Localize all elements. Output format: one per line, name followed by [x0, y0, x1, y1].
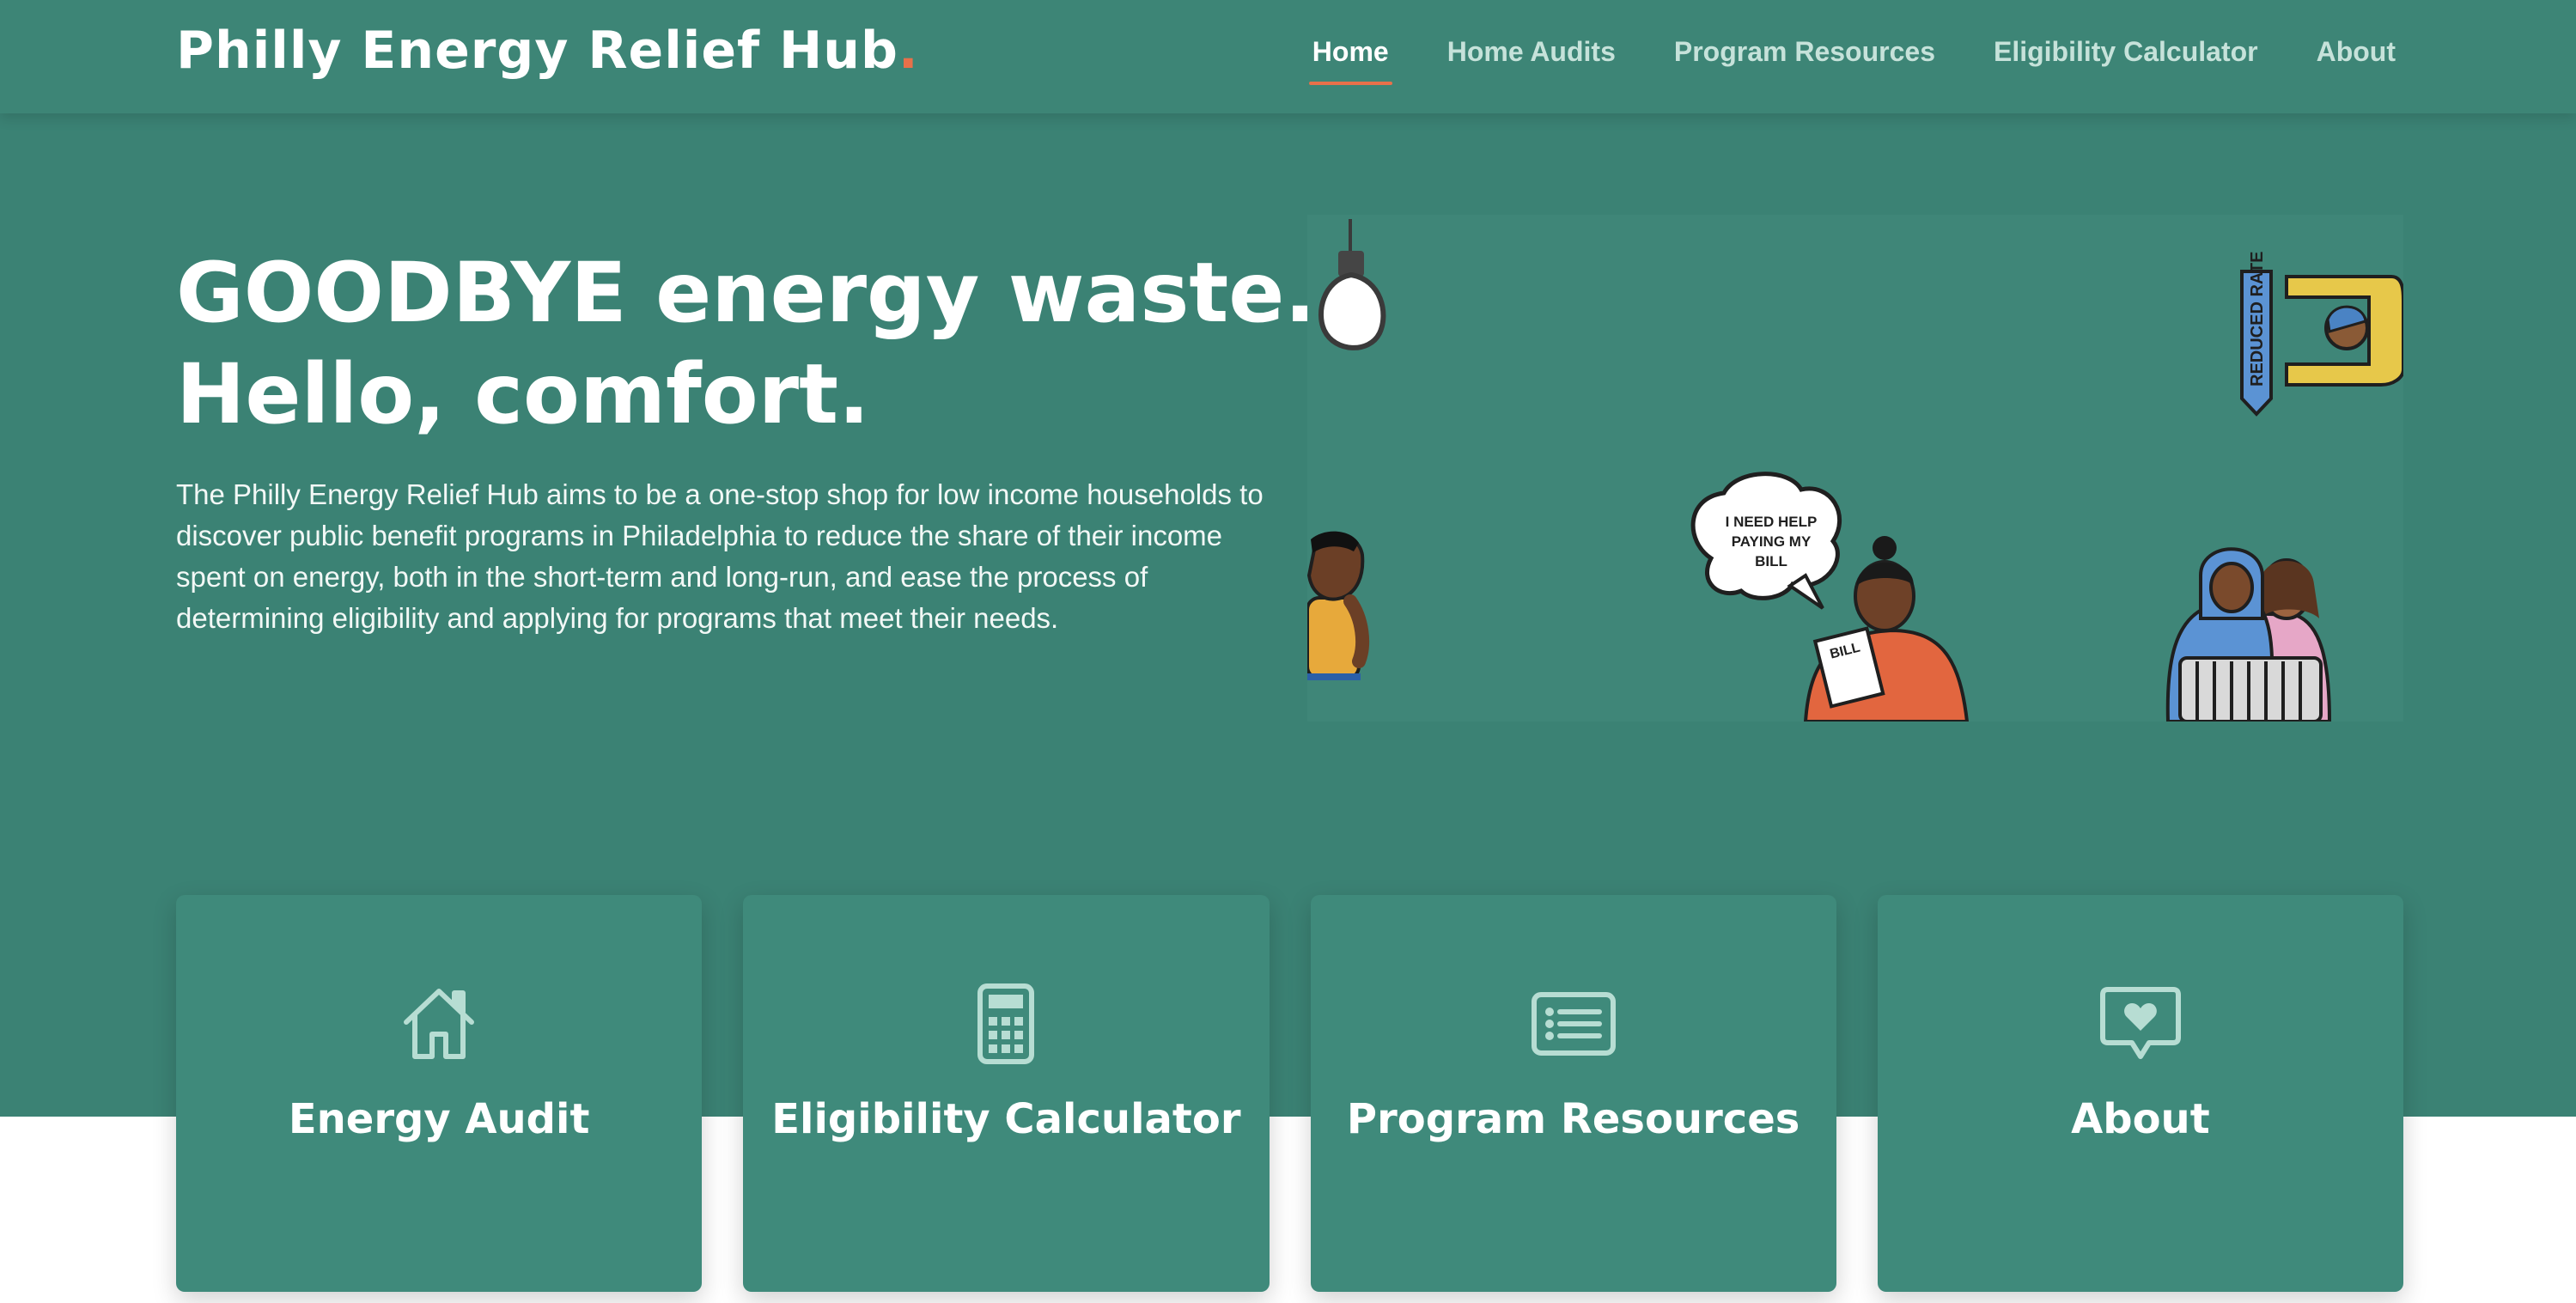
brand-name: Philly Energy Relief Hub — [176, 21, 898, 81]
card-label: Energy Audit — [288, 1095, 590, 1143]
site-logo[interactable]: Philly Energy Relief Hub. — [176, 21, 919, 81]
card-energy-audit[interactable]: Energy Audit — [176, 895, 703, 1292]
speech-bubble-line-2: PAYING MY — [1732, 533, 1812, 550]
reduced-rate-label: REDUCED RATE — [2248, 252, 2267, 387]
site-header: Philly Energy Relief Hub. Home Home Audi… — [0, 0, 2576, 113]
brand-dot: . — [898, 21, 919, 81]
hero-description: The Philly Energy Relief Hub aims to be … — [176, 478, 1264, 634]
card-eligibility-calculator[interactable]: Eligibility Calculator — [743, 895, 1270, 1292]
couple-with-radiator-illustration — [2165, 547, 2332, 722]
card-label: Program Resources — [1346, 1095, 1800, 1143]
feature-cards: Energy Audit Eligibility Calculator Prog… — [176, 895, 2403, 1292]
calculator-icon — [963, 981, 1049, 1067]
speech-bubble-line-1: I NEED HELP — [1726, 514, 1818, 530]
hero-title-line-1: GOODBYE energy waste. — [176, 245, 1316, 341]
card-program-resources[interactable]: Program Resources — [1310, 895, 1836, 1292]
hero-title: GOODBYE energy waste. Hello, comfort. — [176, 242, 1316, 445]
person-on-phone-illustration — [1307, 531, 1370, 680]
speech-bubble-line-3: BILL — [1755, 553, 1787, 569]
reduced-rate-sign-illustration: REDUCED RATE — [2240, 252, 2403, 417]
hero-title-line-2: Hello, comfort. — [176, 346, 870, 442]
card-label: Eligibility Calculator — [771, 1095, 1241, 1143]
lightbulb-icon — [1318, 219, 1386, 350]
nav-home[interactable]: Home — [1308, 36, 1392, 85]
main-nav: Home Home Audits Program Resources Eligi… — [1308, 36, 2396, 85]
nav-eligibility-calculator[interactable]: Eligibility Calculator — [1994, 36, 2258, 85]
nav-program-resources[interactable]: Program Resources — [1674, 36, 1935, 85]
nav-home-audits[interactable]: Home Audits — [1447, 36, 1616, 85]
nav-about[interactable]: About — [2317, 36, 2396, 85]
heart-message-icon — [2098, 981, 2183, 1067]
house-icon — [396, 981, 482, 1067]
card-label: About — [2071, 1095, 2210, 1143]
hero-illustration: I NEED HELP PAYING MY BILL BILL REDUCED … — [1307, 215, 2403, 722]
list-icon — [1531, 981, 1617, 1067]
card-about[interactable]: About — [1877, 895, 2403, 1292]
speech-bubble-illustration: I NEED HELP PAYING MY BILL — [1690, 472, 1842, 610]
